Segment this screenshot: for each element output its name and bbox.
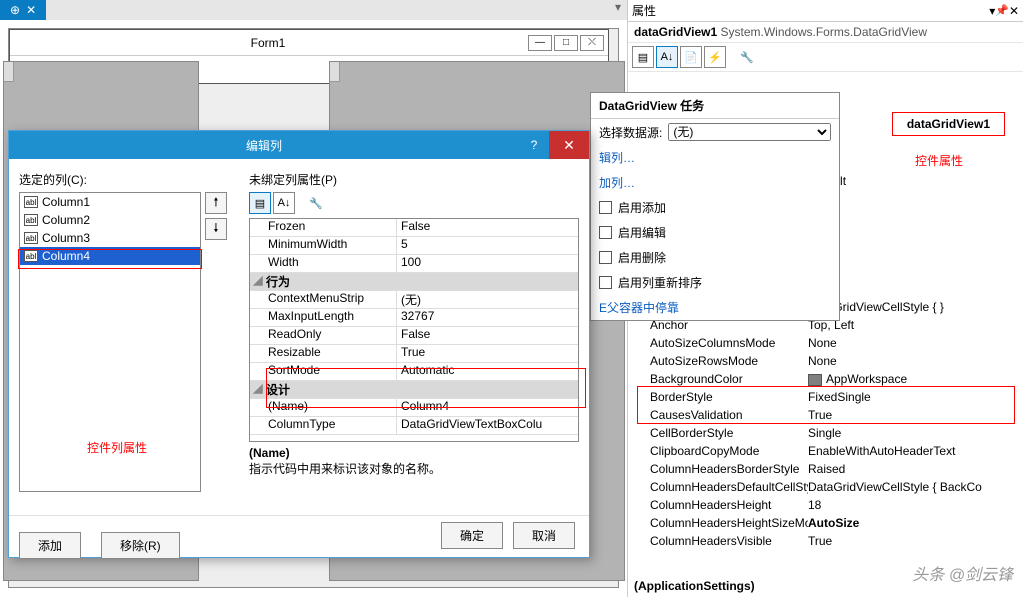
table-row[interactable]: SortModeAutomatic bbox=[250, 363, 578, 381]
datasource-select[interactable]: (无) bbox=[668, 123, 831, 141]
table-row[interactable]: ContextMenuStrip(无) bbox=[250, 291, 578, 309]
events-icon[interactable]: ⚡ bbox=[704, 46, 726, 68]
property-desc-name: (ApplicationSettings) bbox=[634, 579, 755, 593]
property-pages-icon[interactable]: 🔧 bbox=[305, 192, 327, 214]
category-row[interactable]: ◢设计 bbox=[250, 381, 578, 399]
table-row[interactable]: AutoSizeColumnsModeNone bbox=[628, 334, 1023, 352]
table-row[interactable]: MinimumWidth5 bbox=[250, 237, 578, 255]
table-row[interactable]: MaxInputLength32767 bbox=[250, 309, 578, 327]
selected-columns-label: 选定的列(C): bbox=[19, 171, 237, 188]
edit-columns-link[interactable]: 辑列… bbox=[591, 145, 839, 170]
maximize-icon[interactable]: □ bbox=[554, 35, 578, 51]
annotation-box: dataGridView1 bbox=[892, 112, 1005, 136]
add-columns-link[interactable]: 加列… bbox=[591, 170, 839, 195]
move-down-button[interactable]: 🠗 bbox=[205, 218, 227, 240]
table-row[interactable]: FrozenFalse bbox=[250, 219, 578, 237]
table-row[interactable]: ColumnHeadersHeight18 bbox=[628, 496, 1023, 514]
table-row[interactable]: ColumnHeadersDefaultCellStyDataGridViewC… bbox=[628, 478, 1023, 496]
properties-header[interactable]: 属性 ▾ 📌 ✕ bbox=[628, 0, 1023, 22]
annotation-object: dataGridView1 bbox=[907, 117, 990, 131]
datasource-label: 选择数据源: bbox=[599, 124, 662, 141]
desc-name: (Name) bbox=[249, 446, 579, 460]
pin-icon: ⊕ bbox=[10, 3, 20, 17]
move-up-button[interactable]: 🠕 bbox=[205, 192, 227, 214]
table-row[interactable]: ClipboardCopyModeEnableWithAutoHeaderTex… bbox=[628, 442, 1023, 460]
enable-delete-label: 启用删除 bbox=[618, 249, 666, 266]
tab-strip: ⊕ ✕ ▾ bbox=[0, 0, 627, 20]
alphabetical-icon[interactable]: A↓ bbox=[656, 46, 678, 68]
checkbox[interactable] bbox=[599, 251, 612, 264]
list-item[interactable]: ablColumn1 bbox=[20, 193, 200, 211]
dock-link[interactable]: E父容器中停靠 bbox=[591, 295, 839, 320]
properties-icon[interactable]: 📄 bbox=[680, 46, 702, 68]
property-pages-icon: 🔧 bbox=[736, 46, 758, 68]
annotation-text: 控件属性 bbox=[915, 152, 963, 169]
list-item[interactable]: ablColumn3 bbox=[20, 229, 200, 247]
dialog-title: 编辑列 bbox=[9, 137, 519, 154]
list-item-selected[interactable]: ablColumn4 bbox=[20, 247, 200, 265]
table-row[interactable]: ResizableTrue bbox=[250, 345, 578, 363]
close-tab-icon[interactable]: ✕ bbox=[26, 3, 36, 17]
collapse-icon[interactable]: ◢ bbox=[250, 381, 266, 398]
form-title: Form1 bbox=[10, 36, 526, 50]
enable-edit-label: 启用编辑 bbox=[618, 224, 666, 241]
property-description: (Name) 指示代码中用来标识该对象的名称。 bbox=[249, 446, 579, 477]
checkbox[interactable] bbox=[599, 276, 612, 289]
help-icon[interactable]: ? bbox=[519, 138, 549, 152]
object-selector[interactable]: dataGridView1 System.Windows.Forms.DataG… bbox=[628, 22, 1023, 43]
table-row[interactable]: BackgroundColorAppWorkspace bbox=[628, 370, 1023, 388]
checkbox[interactable] bbox=[599, 201, 612, 214]
category-row[interactable]: ◢行为 bbox=[250, 273, 578, 291]
table-row[interactable]: ColumnHeadersVisibleTrue bbox=[628, 532, 1023, 550]
props-toolbar: ▤ A↓ 📄 ⚡ 🔧 bbox=[628, 43, 1023, 72]
table-row[interactable]: ReadOnlyFalse bbox=[250, 327, 578, 345]
pin-icon[interactable]: 📌 bbox=[995, 4, 1009, 17]
table-row[interactable]: ColumnHeadersHeightSizeMoAutoSize bbox=[628, 514, 1023, 532]
list-item[interactable]: ablColumn2 bbox=[20, 211, 200, 229]
table-row[interactable]: AutoSizeRowsModeNone bbox=[628, 352, 1023, 370]
table-row[interactable]: ColumnTypeDataGridViewTextBoxColu bbox=[250, 417, 578, 435]
cancel-button[interactable]: 取消 bbox=[513, 522, 575, 549]
edit-columns-dialog: 编辑列 ? ✕ 选定的列(C): ablColumn1 ablColumn2 a… bbox=[8, 130, 590, 558]
desc-text: 指示代码中用来标识该对象的名称。 bbox=[249, 460, 579, 477]
add-button[interactable]: 添加 bbox=[19, 532, 81, 559]
remove-button[interactable]: 移除(R) bbox=[101, 532, 180, 559]
dialog-titlebar[interactable]: 编辑列 ? ✕ bbox=[9, 131, 589, 159]
enable-add-label: 启用添加 bbox=[618, 199, 666, 216]
tab-overflow-icon[interactable]: ▾ bbox=[609, 0, 627, 20]
enable-reorder-label: 启用列重新排序 bbox=[618, 274, 702, 291]
table-row[interactable]: (Name)Column4 bbox=[250, 399, 578, 417]
checkbox[interactable] bbox=[599, 226, 612, 239]
table-row[interactable]: CellBorderStyleSingle bbox=[628, 424, 1023, 442]
smarttag-panel: DataGridView 任务 选择数据源: (无) 辑列… 加列… 启用添加 … bbox=[590, 92, 840, 321]
collapse-icon[interactable]: ◢ bbox=[250, 273, 266, 290]
smarttag-title: DataGridView 任务 bbox=[591, 93, 839, 119]
unbound-props-label: 未绑定列属性(P) bbox=[249, 171, 579, 188]
designer-tab[interactable]: ⊕ ✕ bbox=[0, 0, 46, 20]
color-swatch-icon bbox=[808, 374, 822, 386]
panel-title: 属性 bbox=[632, 2, 989, 19]
property-grid[interactable]: FrozenFalse MinimumWidth5 Width100 ◢行为 C… bbox=[249, 218, 579, 442]
form-titlebar: Form1 — □ ⤬ bbox=[10, 30, 608, 56]
table-row[interactable]: BorderStyleFixedSingle bbox=[628, 388, 1023, 406]
dialog-close-button[interactable]: ✕ bbox=[549, 131, 589, 159]
property-toolbar: ▤ A↓ 🔧 bbox=[249, 192, 579, 214]
categorized-icon[interactable]: ▤ bbox=[632, 46, 654, 68]
table-row[interactable]: Width100 bbox=[250, 255, 578, 273]
minimize-icon[interactable]: — bbox=[528, 35, 552, 51]
column-icon: abl bbox=[24, 250, 38, 262]
table-row[interactable]: CausesValidationTrue bbox=[628, 406, 1023, 424]
close-icon[interactable]: ⤬ bbox=[580, 35, 604, 51]
close-panel-icon[interactable]: ✕ bbox=[1009, 4, 1019, 18]
column-icon: abl bbox=[24, 196, 38, 208]
table-row[interactable]: ColumnHeadersBorderStyleRaised bbox=[628, 460, 1023, 478]
annotation-text: 控件列属性 bbox=[87, 439, 147, 456]
column-icon: abl bbox=[24, 232, 38, 244]
categorized-icon[interactable]: ▤ bbox=[249, 192, 271, 214]
alphabetical-icon[interactable]: A↓ bbox=[273, 192, 295, 214]
column-icon: abl bbox=[24, 214, 38, 226]
ok-button[interactable]: 确定 bbox=[441, 522, 503, 549]
